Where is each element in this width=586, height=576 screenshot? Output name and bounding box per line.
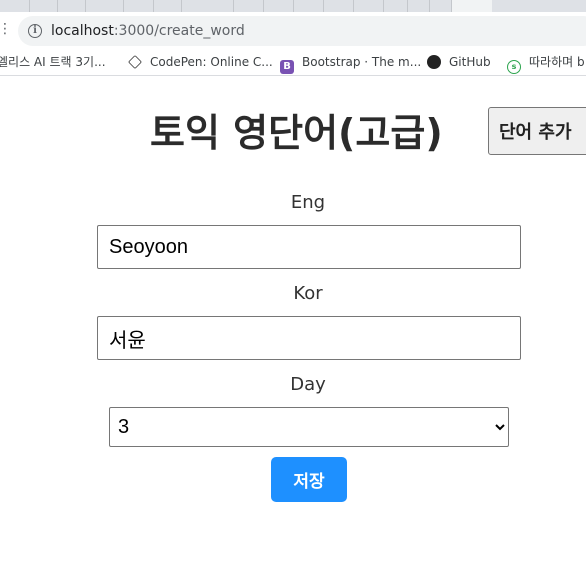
browser-tab[interactable] [408,0,430,12]
kor-label: Kor [293,283,323,304]
browser-tab[interactable] [154,0,182,12]
browser-tab[interactable] [324,0,354,12]
bookmark-label: CodePen: Online C... [150,55,273,69]
browser-tab[interactable] [182,0,234,12]
url-host: localhost [51,23,114,39]
bookmark-elice[interactable]: 엘리스 AI 트랙 3기... [0,54,106,70]
kor-input[interactable] [97,316,521,360]
browser-tab[interactable] [58,0,86,12]
bookmark-ttarahamyeo[interactable]: s 따라하며 b [507,54,585,74]
bootstrap-icon: B [280,60,294,74]
reload-icon[interactable]: ⋮ [0,22,12,36]
browser-tab[interactable] [294,0,324,12]
green-circle-icon: s [507,60,521,74]
browser-tab[interactable] [30,0,58,12]
info-icon[interactable]: i [28,24,42,38]
address-bar[interactable]: i localhost:3000/create_word [18,16,586,46]
day-select[interactable]: 3 [109,407,509,447]
eng-label: Eng [290,192,326,213]
browser-tab[interactable] [384,0,408,12]
browser-tab[interactable] [264,0,294,12]
browser-tab-strip [0,0,586,12]
browser-tab[interactable] [354,0,384,12]
bookmark-label: GitHub [449,55,491,69]
browser-tab[interactable] [0,0,30,12]
browser-tab-active[interactable] [452,0,492,12]
codepen-icon [128,55,142,69]
bookmark-codepen[interactable]: CodePen: Online C... [128,54,273,70]
bookmark-label: Bootstrap · The m... [302,55,422,69]
eng-input[interactable] [97,225,521,269]
browser-toolbar: ⋮ i localhost:3000/create_word [0,12,586,48]
page-title: 토익 영단어(고급) [150,111,443,155]
browser-tab[interactable] [430,0,452,12]
day-label: Day [290,374,326,395]
bookmarks-bar: 엘리스 AI 트랙 3기... CodePen: Online C... B Bo… [0,48,586,76]
browser-tab[interactable] [124,0,154,12]
bookmark-github[interactable]: GitHub [427,54,491,70]
github-icon [427,55,441,69]
bookmark-label: 엘리스 AI 트랙 3기... [0,55,106,69]
add-word-button[interactable]: 단어 추가 [488,107,586,155]
bookmark-label: 따라하며 b [529,55,585,69]
browser-tab[interactable] [234,0,264,12]
bookmark-bootstrap[interactable]: B Bootstrap · The m... [280,54,422,74]
url-path: :3000/create_word [113,23,245,39]
browser-tab[interactable] [86,0,124,12]
save-button[interactable]: 저장 [271,457,347,502]
url-text[interactable]: localhost:3000/create_word [51,23,245,39]
